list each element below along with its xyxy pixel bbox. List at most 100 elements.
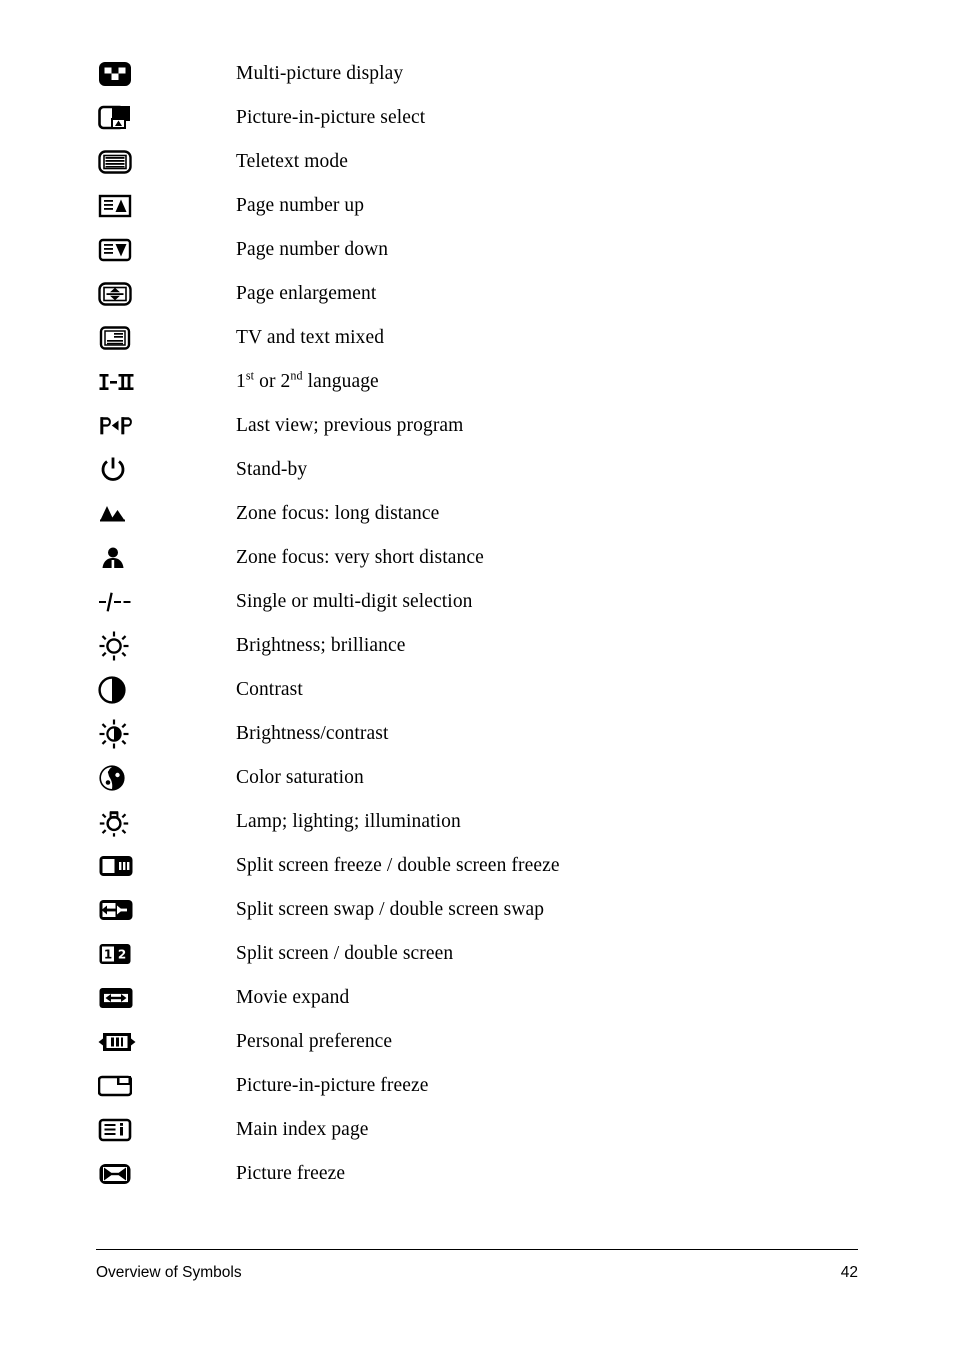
picture-in-picture-freeze-icon-glyph [98, 1075, 132, 1097]
picture-in-picture-select-icon-glyph [98, 105, 130, 130]
lamp-lighting-illumination-icon [96, 806, 236, 838]
symbol-label: TV and text mixed [236, 327, 385, 349]
main-index-page-icon [96, 1117, 236, 1143]
page-number: 42 [840, 1264, 858, 1281]
symbol-label: Split screen swap / double screen swap [236, 899, 545, 921]
symbol-row: Picture freeze [96, 1152, 876, 1196]
symbol-label: Picture-in-picture select [236, 107, 426, 129]
brightness-brilliance-icon [96, 630, 236, 662]
brightness-brilliance-icon-glyph [99, 631, 129, 661]
stand-by-icon-glyph [101, 457, 125, 481]
personal-preference-icon [96, 1030, 236, 1054]
symbol-row: 1st or 2nd language [96, 360, 876, 404]
symbol-label: Page number up [236, 195, 365, 217]
contrast-icon-glyph [98, 676, 126, 704]
split-screen-freeze-icon [96, 854, 236, 878]
brightness-contrast-icon-glyph [99, 719, 129, 749]
single-or-multi-digit-selection-icon [96, 591, 236, 613]
symbol-label: Brightness/contrast [236, 723, 389, 745]
brightness-contrast-icon [96, 718, 236, 750]
symbol-label: Teletext mode [236, 151, 349, 173]
movie-expand-icon [96, 986, 236, 1010]
movie-expand-icon-glyph [99, 988, 133, 1008]
language-label-part-2: or 2 [254, 371, 291, 393]
symbol-label: Brightness; brilliance [236, 635, 406, 657]
symbol-row: TV and text mixed [96, 316, 876, 360]
page-number-up-icon-glyph [98, 194, 132, 218]
footer-section-title: Overview of Symbols [96, 1264, 242, 1281]
symbol-row: Page number up [96, 184, 876, 228]
symbol-row: Movie expand [96, 976, 876, 1020]
symbol-label: Contrast [236, 679, 303, 701]
symbol-label: Picture freeze [236, 1163, 346, 1185]
symbol-label: Multi-picture display [236, 63, 404, 85]
language-label-sup-st: st [245, 368, 255, 383]
language-label-part-3: language [302, 371, 379, 393]
symbol-label: Page number down [236, 239, 389, 261]
symbol-label: Single or multi-digit selection [236, 591, 473, 613]
page-number-up-icon [96, 193, 236, 219]
symbol-label: Movie expand [236, 987, 350, 1009]
symbol-row: Contrast [96, 668, 876, 712]
symbol-row: Single or multi-digit selection [96, 580, 876, 624]
single-or-multi-digit-selection-icon-glyph [99, 592, 131, 612]
symbol-row: Teletext mode [96, 140, 876, 184]
page-footer: Overview of Symbols 42 [96, 1249, 858, 1282]
color-saturation-icon [96, 764, 236, 792]
symbol-row: Brightness; brilliance [96, 624, 876, 668]
color-saturation-icon-glyph [99, 765, 125, 791]
symbol-label: 1st or 2nd language [236, 368, 379, 393]
language-one-two-icon-glyph [99, 374, 134, 390]
tv-and-text-mixed-icon-glyph [99, 326, 131, 350]
split-screen-icon-glyph: 1 2 [99, 944, 131, 964]
symbol-label: Zone focus: long distance [236, 503, 440, 525]
picture-in-picture-select-icon [96, 105, 236, 131]
svg-text:2: 2 [118, 948, 126, 962]
symbol-row: Split screen freeze / double screen free… [96, 844, 876, 888]
symbol-label: Split screen freeze / double screen free… [236, 855, 560, 877]
split-screen-icon: 1 2 [96, 942, 236, 966]
language-label-part-1: 1 [236, 371, 246, 393]
symbol-row: Lamp; lighting; illumination [96, 800, 876, 844]
zone-focus-very-short-distance-icon [96, 546, 236, 570]
main-index-page-icon-glyph [98, 1118, 132, 1142]
symbol-label: Main index page [236, 1119, 369, 1141]
symbol-row: Zone focus: very short distance [96, 536, 876, 580]
contrast-icon [96, 676, 236, 704]
split-screen-swap-icon [96, 898, 236, 922]
symbol-row: Split screen swap / double screen swap [96, 888, 876, 932]
svg-text:1: 1 [104, 948, 112, 962]
symbol-table: Multi-picture display Picture-in-picture… [96, 52, 876, 1196]
symbol-label: Split screen / double screen [236, 943, 454, 965]
stand-by-icon [96, 455, 236, 485]
picture-freeze-icon-glyph [99, 1164, 131, 1184]
split-screen-freeze-icon-glyph [99, 856, 133, 876]
last-view-previous-program-icon-glyph [100, 417, 132, 435]
symbol-row: Picture-in-picture freeze [96, 1064, 876, 1108]
symbol-label: Zone focus: very short distance [236, 547, 484, 569]
page-enlargement-icon-glyph [98, 282, 132, 306]
zone-focus-long-distance-icon-glyph [100, 506, 125, 522]
symbol-row: Color saturation [96, 756, 876, 800]
symbol-label: Page enlargement [236, 283, 377, 305]
zone-focus-very-short-distance-icon-glyph [102, 547, 124, 568]
symbol-row: Picture-in-picture select [96, 96, 876, 140]
symbol-row: Main index page [96, 1108, 876, 1152]
footer-content: Overview of Symbols 42 [96, 1264, 858, 1282]
last-view-previous-program-icon [96, 414, 236, 438]
multi-picture-display-icon-glyph [99, 62, 131, 86]
split-screen-swap-icon-glyph [99, 900, 133, 920]
document-page: Multi-picture display Picture-in-picture… [0, 0, 954, 1352]
symbol-label: Personal preference [236, 1031, 393, 1053]
symbol-row: Multi-picture display [96, 52, 876, 96]
lamp-lighting-illumination-icon-glyph [99, 811, 129, 837]
personal-preference-icon-glyph [98, 1033, 136, 1051]
multi-picture-display-icon [96, 61, 236, 87]
page-enlargement-icon [96, 281, 236, 307]
footer-divider [96, 1249, 858, 1250]
zone-focus-long-distance-icon [96, 503, 236, 525]
symbol-label: Last view; previous program [236, 415, 464, 437]
symbol-label: Color saturation [236, 767, 364, 789]
symbol-row: Page enlargement [96, 272, 876, 316]
teletext-mode-icon [96, 149, 236, 175]
